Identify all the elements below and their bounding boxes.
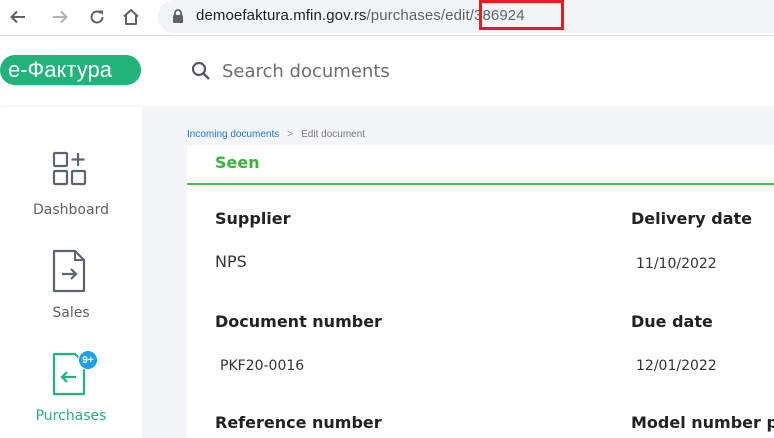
document-id-highlight-box — [479, 0, 564, 30]
due-date-value: 12/01/2022 — [636, 358, 717, 374]
address-bar[interactable]: demoefaktura.mfin.gov.rs/purchases/edit/… — [158, 0, 774, 33]
document-card: Seen Supplier NPS Delivery date 11/10/20… — [187, 145, 774, 438]
supplier-value: NPS — [215, 252, 247, 271]
sidebar-item-purchases[interactable]: Purchases — [0, 313, 142, 438]
lock-icon[interactable] — [172, 9, 184, 28]
model-number-label: Model number p — [631, 413, 774, 432]
supplier-label: Supplier — [215, 209, 291, 228]
notification-badge: 9+ — [78, 350, 98, 370]
forward-arrow-icon[interactable] — [48, 5, 72, 29]
sales-document-icon — [52, 249, 86, 293]
home-icon[interactable] — [119, 5, 143, 29]
breadcrumb-link-incoming-documents[interactable]: Incoming documents — [187, 129, 279, 140]
app-header: е-Фактура — [0, 36, 774, 106]
breadcrumb: Incoming documents > Edit document — [187, 129, 365, 140]
search-input[interactable] — [222, 58, 522, 84]
browser-toolbar: demoefaktura.mfin.gov.rs/purchases/edit/… — [0, 0, 774, 36]
status-divider — [187, 183, 774, 185]
sidebar-item-label: Purchases — [35, 408, 107, 424]
document-number-label: Document number — [215, 312, 382, 331]
status-label: Seen — [215, 153, 260, 172]
back-arrow-icon[interactable] — [6, 5, 30, 29]
url-host: demoefaktura.mfin.gov.rs — [196, 7, 367, 24]
delivery-date-label: Delivery date — [631, 209, 753, 228]
breadcrumb-separator: > — [287, 129, 294, 140]
sidebar-item-dashboard[interactable]: Dashboard — [0, 107, 142, 218]
reference-number-label: Reference number — [215, 413, 382, 432]
reload-icon[interactable] — [85, 5, 109, 29]
breadcrumb-current: Edit document — [301, 129, 366, 140]
sidebar: Dashboard Sales Purchases 9+ — [0, 107, 142, 438]
url-text: demoefaktura.mfin.gov.rs/purchases/edit/… — [196, 7, 525, 24]
dashboard-icon — [52, 151, 87, 186]
main-content: Incoming documents > Edit document Seen Su… — [142, 107, 774, 438]
document-number-value: PKF20-0016 — [220, 358, 305, 374]
due-date-label: Due date — [631, 312, 713, 331]
delivery-date-value: 11/10/2022 — [636, 256, 717, 272]
search-icon[interactable] — [191, 61, 211, 86]
efaktura-logo[interactable]: е-Фактура — [0, 55, 141, 85]
sidebar-item-sales[interactable]: Sales — [0, 210, 142, 321]
